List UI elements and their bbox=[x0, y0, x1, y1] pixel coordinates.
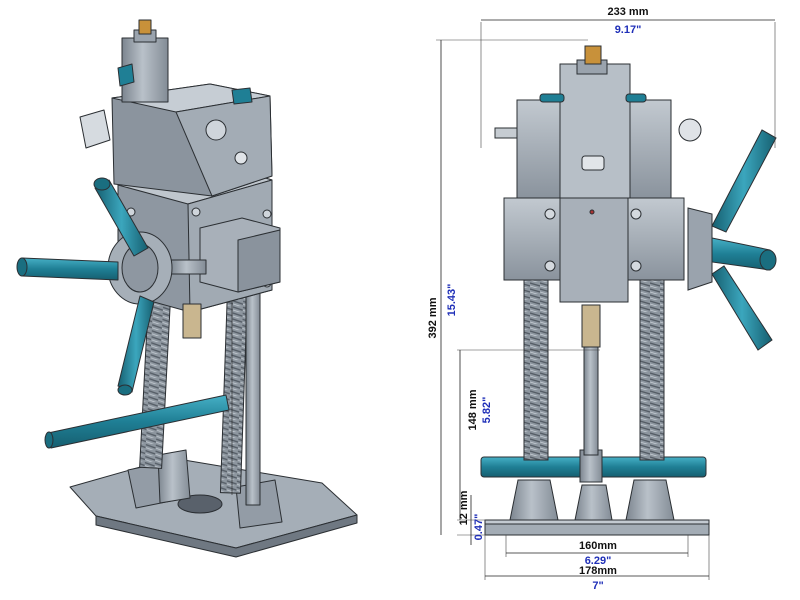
drill-chuck bbox=[182, 303, 202, 339]
technical-drawing-canvas: 233 mm 9.17" 392 mm 15.43" 148 mm 5.82" … bbox=[16, 6, 777, 592]
base-width-mm: 178mm bbox=[579, 565, 617, 577]
front-column-feet bbox=[509, 479, 675, 521]
base-thickness-mm: 12 mm bbox=[458, 490, 470, 525]
base-thickness-in: 0.47" bbox=[473, 514, 485, 541]
front-center-rod bbox=[583, 344, 599, 456]
column-height-in: 5.82" bbox=[481, 397, 493, 424]
base-plate bbox=[69, 457, 358, 558]
front-base-plate bbox=[484, 519, 710, 536]
front-lead-screw-left bbox=[523, 269, 549, 461]
overall-width-in: 9.17" bbox=[615, 24, 642, 36]
drill-press-stand-front-elevation-drawing bbox=[480, 45, 777, 536]
front-drill-chuck bbox=[581, 304, 601, 348]
front-capstan bbox=[687, 129, 777, 351]
lower-handle-bar bbox=[44, 394, 230, 449]
overall-width-mm: 233 mm bbox=[608, 6, 649, 18]
column-height-mm: 148 mm bbox=[467, 389, 479, 430]
top-valve-assembly bbox=[79, 19, 273, 197]
inner-width-mm: 160mm bbox=[579, 540, 617, 552]
overall-height-in: 15.43" bbox=[446, 284, 458, 317]
base-width-in: 7" bbox=[592, 580, 603, 592]
drill-press-stand-isometric-drawing bbox=[16, 19, 358, 558]
front-lead-screw-right bbox=[639, 269, 665, 461]
front-top-assembly bbox=[494, 45, 702, 199]
overall-height-mm: 392 mm bbox=[427, 297, 439, 338]
